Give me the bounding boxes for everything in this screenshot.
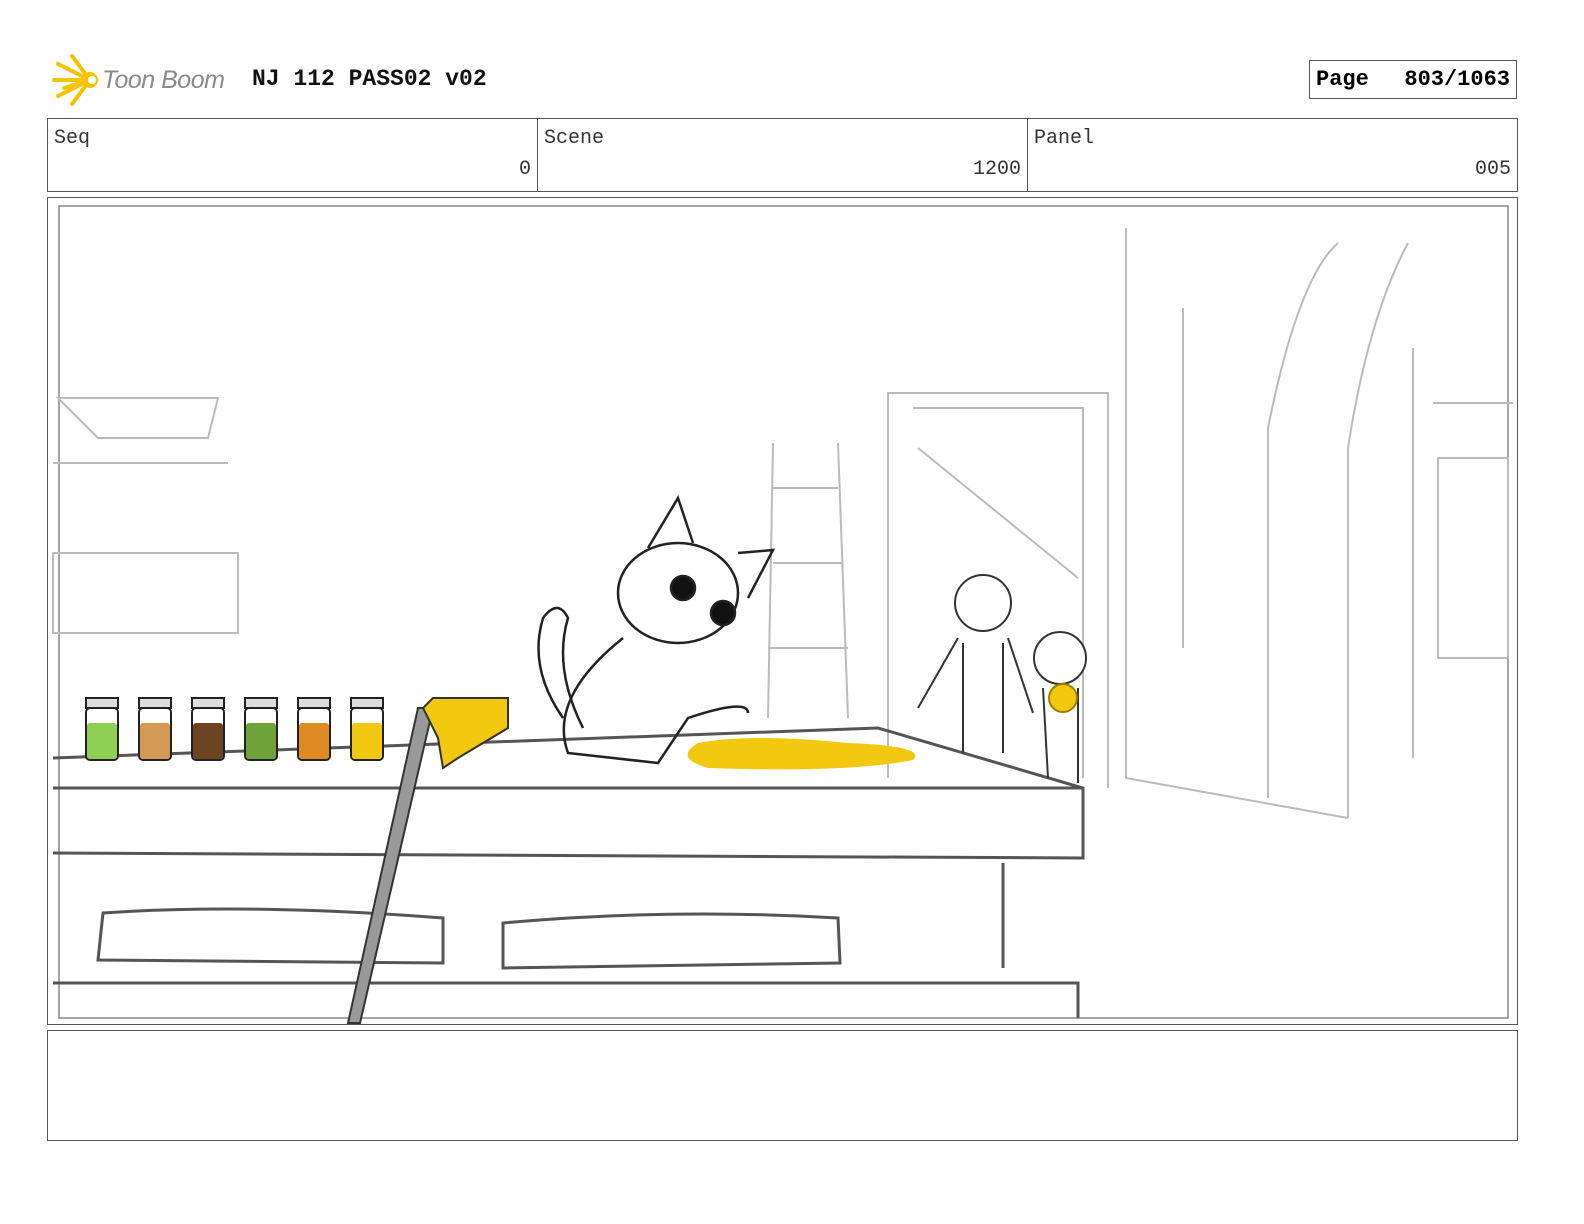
frame-left	[52, 552, 239, 634]
wall-edge	[1125, 228, 1349, 819]
archway	[1267, 242, 1409, 818]
bookshelf-right	[1412, 348, 1513, 758]
scene-label: Scene	[544, 127, 605, 150]
page-label: Page	[1316, 67, 1369, 92]
panel-frame	[58, 205, 1509, 1019]
children-sketch	[917, 574, 1087, 783]
seq-label: Seq	[54, 127, 91, 150]
sunburst-logo-icon	[52, 54, 98, 106]
paint-jar	[244, 697, 278, 761]
info-table: Seq 0 Scene 1200 Panel 005	[47, 118, 1518, 192]
seq-value: 0	[518, 158, 531, 181]
panel-drawing	[52, 205, 1513, 1024]
seq-cell: Seq 0	[48, 119, 538, 191]
page-counter: Page 803/1063	[1309, 60, 1517, 99]
ladder-shelf	[767, 442, 849, 719]
paint-jar	[350, 697, 384, 761]
notes-box	[47, 1030, 1518, 1141]
scene-value: 1200	[972, 158, 1021, 181]
toon-boom-logo: Toon Boom	[50, 52, 240, 108]
panel-cell: Panel 005	[1028, 119, 1517, 191]
cat-sketch	[537, 495, 776, 765]
paint-jar	[297, 697, 331, 761]
yellow-puddle	[687, 738, 916, 770]
panel-label: Panel	[1034, 127, 1095, 150]
storyboard-panel	[47, 197, 1518, 1025]
panel-value: 005	[1474, 158, 1511, 181]
table-sketch	[52, 726, 1085, 1018]
logo-text: Toon Boom	[102, 65, 225, 94]
paint-jar	[85, 697, 119, 761]
document-title: NJ 112 PASS02 v02	[252, 66, 487, 92]
paint-jar	[191, 697, 225, 761]
page-value: 803/1063	[1404, 67, 1510, 92]
paint-jar	[138, 697, 172, 761]
scene-cell: Scene 1200	[538, 119, 1028, 191]
shelf-left	[53, 397, 228, 464]
